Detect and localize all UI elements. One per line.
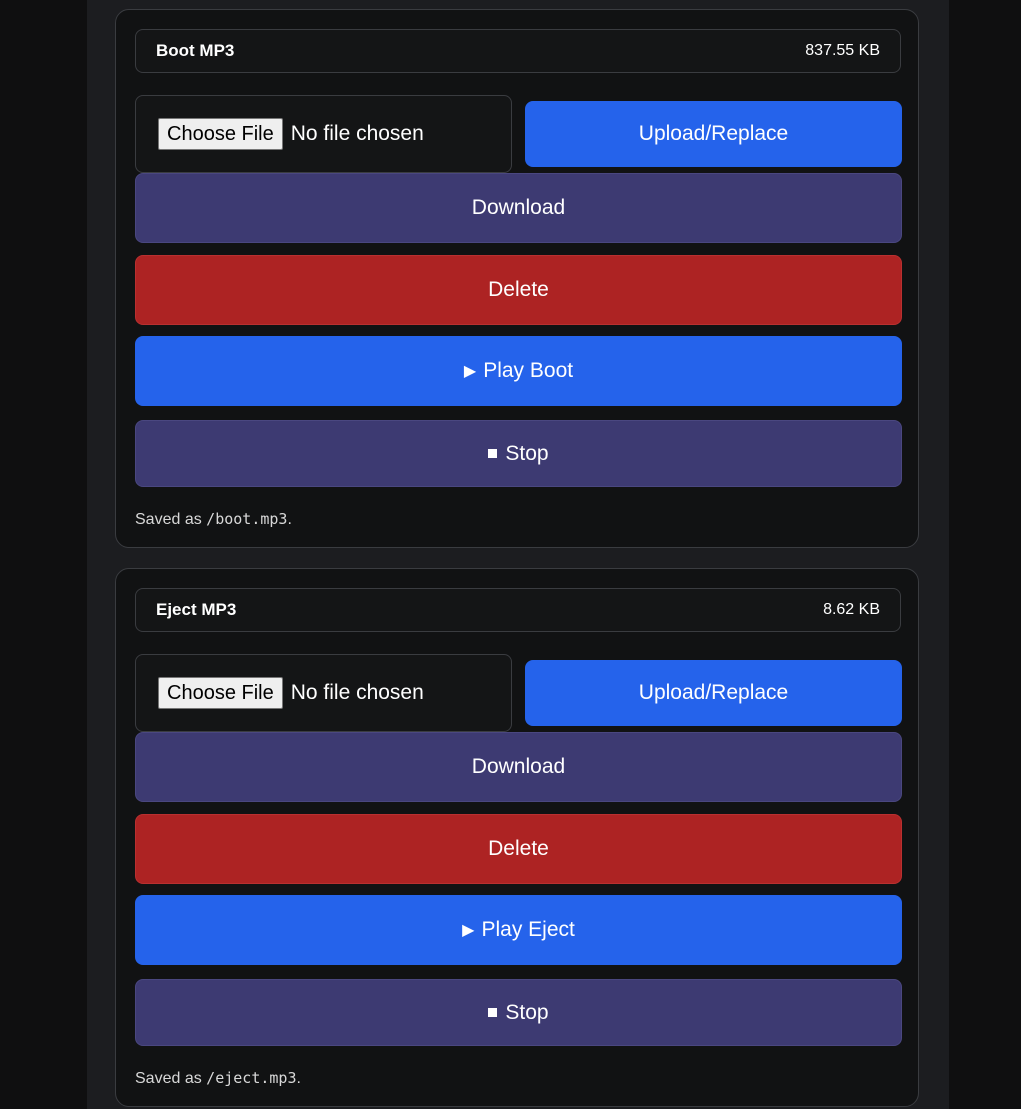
download-button[interactable]: Download bbox=[135, 173, 902, 243]
card-header: Eject MP3 8.62 KB bbox=[135, 588, 901, 632]
saved-note: Saved as /eject.mp3. bbox=[135, 1069, 301, 1088]
stop-icon bbox=[488, 449, 498, 458]
stop-icon bbox=[488, 1008, 498, 1017]
file-size: 8.62 KB bbox=[823, 601, 880, 618]
play-label: Play Eject bbox=[481, 918, 575, 941]
boot-mp3-card: Boot MP3 837.55 KB Choose File No file c… bbox=[115, 9, 919, 548]
card-header: Boot MP3 837.55 KB bbox=[135, 29, 901, 73]
choose-file-button[interactable]: Choose File bbox=[158, 118, 283, 150]
delete-label: Delete bbox=[488, 278, 549, 301]
file-size: 837.55 KB bbox=[805, 42, 880, 59]
no-file-label: No file chosen bbox=[290, 681, 424, 704]
download-button[interactable]: Download bbox=[135, 732, 902, 802]
card-title: Boot MP3 bbox=[156, 41, 235, 60]
delete-button[interactable]: Delete bbox=[135, 255, 902, 325]
stop-button[interactable]: Stop bbox=[135, 420, 902, 487]
play-label: Play Boot bbox=[483, 359, 574, 382]
download-label: Download bbox=[471, 755, 566, 778]
saved-note-suffix: . bbox=[296, 1070, 301, 1087]
play-eject-button[interactable]: ▶ Play Eject bbox=[135, 895, 902, 965]
stop-label: Stop bbox=[505, 1000, 549, 1024]
saved-note-prefix: Saved as bbox=[135, 1070, 202, 1087]
download-label: Download bbox=[471, 196, 566, 219]
stop-label: Stop bbox=[505, 441, 549, 465]
upload-replace-button[interactable]: Upload/Replace bbox=[525, 660, 902, 726]
main-panel: Boot MP3 837.55 KB Choose File No file c… bbox=[87, 0, 949, 1109]
saved-note-prefix: Saved as bbox=[135, 511, 202, 528]
play-icon: ▶ bbox=[463, 363, 477, 380]
upload-replace-button[interactable]: Upload/Replace bbox=[525, 101, 902, 167]
play-icon: ▶ bbox=[462, 922, 475, 939]
saved-note: Saved as /boot.mp3. bbox=[135, 510, 292, 529]
play-boot-button[interactable]: ▶ Play Boot bbox=[135, 336, 902, 406]
saved-note-suffix: . bbox=[287, 511, 292, 528]
file-input[interactable]: Choose File No file chosen bbox=[135, 654, 512, 732]
card-title: Eject MP3 bbox=[156, 600, 237, 619]
upload-label: Upload/Replace bbox=[638, 681, 789, 704]
file-input[interactable]: Choose File No file chosen bbox=[135, 95, 512, 173]
delete-button[interactable]: Delete bbox=[135, 814, 902, 884]
delete-label: Delete bbox=[488, 837, 549, 860]
no-file-label: No file chosen bbox=[290, 122, 424, 145]
saved-path: /eject.mp3 bbox=[206, 1069, 297, 1087]
stop-button[interactable]: Stop bbox=[135, 979, 902, 1046]
choose-file-button[interactable]: Choose File bbox=[158, 677, 283, 709]
eject-mp3-card: Eject MP3 8.62 KB Choose File No file ch… bbox=[115, 568, 919, 1107]
saved-path: /boot.mp3 bbox=[206, 510, 288, 528]
upload-label: Upload/Replace bbox=[638, 122, 789, 145]
